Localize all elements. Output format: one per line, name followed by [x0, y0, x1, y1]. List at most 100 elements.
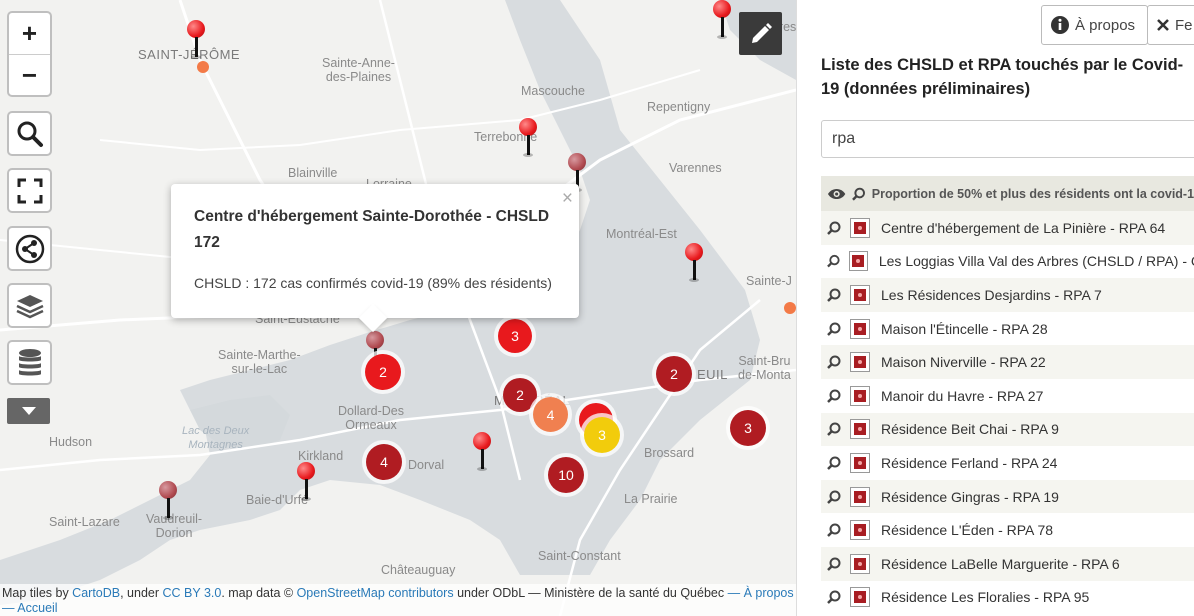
list-item[interactable]: Résidence Ferland - RPA 24	[821, 446, 1194, 480]
zoom-to-icon[interactable]	[827, 590, 841, 605]
database-icon	[18, 348, 41, 375]
place-label: Sainte-Anne- des-Plaines	[322, 56, 395, 84]
cartodb-link[interactable]: CartoDB	[72, 586, 120, 600]
map-cluster[interactable]: 3	[498, 319, 532, 353]
pin-stick	[527, 135, 530, 155]
place-label: Mascouche	[521, 84, 585, 98]
map-pin[interactable]	[297, 462, 315, 502]
map-dot[interactable]	[784, 302, 796, 314]
map-cluster[interactable]: 10	[548, 457, 584, 493]
map-popup: × Centre d'hébergement Sainte-Dorothée -…	[171, 184, 579, 333]
map-cluster[interactable]: 2	[503, 378, 537, 412]
list-item[interactable]: Manoir du Havre - RPA 27	[821, 379, 1194, 413]
place-label: Montréal-Est	[606, 227, 677, 241]
list-item-label: Résidence Les Floralies - RPA 95	[881, 589, 1090, 606]
map-cluster[interactable]: 2	[656, 356, 692, 392]
list-item[interactable]: Maison l'Étincelle - RPA 28	[821, 312, 1194, 346]
side-panel: À propos Fe Liste des CHSLD et RPA touch…	[796, 0, 1194, 616]
pin-shadow	[717, 35, 727, 39]
legend-swatch	[850, 385, 870, 406]
list-item[interactable]: Résidence Les Floralies - RPA 95	[821, 581, 1194, 615]
ccby-link[interactable]: CC BY 3.0	[163, 586, 222, 600]
facility-rows: Centre d'hébergement de La Pinière - RPA…	[821, 211, 1194, 614]
zoom-control: + −	[7, 11, 52, 97]
eye-icon[interactable]	[827, 187, 846, 201]
facility-list: Proportion de 50% et plus des résidents …	[821, 176, 1194, 614]
search-input[interactable]: rpa	[821, 120, 1194, 158]
legend-swatch	[850, 553, 870, 574]
list-item-label: Résidence Ferland - RPA 24	[881, 454, 1058, 471]
map-cluster[interactable]: 4	[533, 397, 568, 432]
list-item-label: Les Résidences Desjardins - RPA 7	[881, 286, 1102, 303]
layers-button[interactable]	[7, 283, 52, 328]
legend-swatch	[850, 318, 870, 339]
map-cluster[interactable]: 4	[366, 444, 402, 480]
list-item[interactable]: Les Loggias Villa Val des Arbres (CHSLD …	[821, 245, 1194, 279]
map-attribution: Map tiles by CartoDB, under CC BY 3.0. m…	[0, 584, 796, 616]
list-item[interactable]: Les Résidences Desjardins - RPA 7	[821, 278, 1194, 312]
caret-down-icon	[21, 407, 36, 415]
zoom-to-icon[interactable]	[827, 557, 841, 571]
place-label: Lac des Deux Montagnes	[182, 425, 250, 451]
list-item[interactable]: Maison Niverville - RPA 22	[821, 345, 1194, 379]
map-cluster[interactable]: 3	[584, 417, 620, 453]
zoom-to-icon[interactable]	[827, 254, 840, 268]
share-button[interactable]	[7, 226, 52, 271]
zoom-to-icon[interactable]	[827, 355, 841, 370]
zoom-to-icon[interactable]	[827, 456, 841, 470]
zoom-to-icon[interactable]	[827, 288, 841, 302]
attribution-text: Map tiles by	[2, 586, 73, 600]
place-label: Saint-Constant	[538, 549, 621, 563]
list-item[interactable]: Résidence Beit Chai - RPA 9	[821, 412, 1194, 447]
zoom-in-button[interactable]: +	[9, 13, 50, 54]
map-pin[interactable]	[159, 481, 177, 521]
list-item[interactable]: Résidence Gingras - RPA 19	[821, 479, 1194, 514]
close-panel-button[interactable]: Fe	[1147, 5, 1194, 45]
zoom-to-icon[interactable]	[827, 490, 841, 504]
map-pin[interactable]	[519, 118, 537, 158]
zoom-out-button[interactable]: −	[9, 54, 50, 95]
edit-button[interactable]	[739, 12, 782, 55]
pin-shadow	[301, 497, 311, 501]
zoom-to-icon[interactable]	[852, 187, 866, 201]
zoom-to-icon[interactable]	[827, 422, 841, 437]
fullscreen-button[interactable]	[7, 168, 52, 213]
list-item-label: Les Loggias Villa Val des Arbres (CHSLD …	[878, 253, 1194, 270]
pin-stick	[167, 498, 170, 518]
map-pin[interactable]	[713, 0, 731, 40]
attribution-text: . map data ©	[221, 586, 297, 600]
zoom-to-icon[interactable]	[827, 322, 841, 336]
list-item[interactable]: Résidence L'Éden - RPA 78	[821, 513, 1194, 547]
accueil-link[interactable]: — Accueil	[2, 601, 58, 615]
tools-dropdown-button[interactable]	[7, 398, 50, 424]
apropos-link[interactable]: — À propos	[728, 586, 794, 600]
map-cluster[interactable]: 3	[730, 410, 766, 446]
pin-head	[187, 20, 205, 38]
popup-close-button[interactable]: ×	[562, 188, 573, 210]
map-pin[interactable]	[187, 20, 205, 60]
map[interactable]: SAINT-JÉRÔME Sainte-Anne- des-Plaines Ma…	[0, 0, 796, 616]
zoom-to-icon[interactable]	[827, 523, 841, 538]
legend-header-label: Proportion de 50% et plus des résidents …	[871, 186, 1194, 201]
list-item[interactable]: Centre d'hébergement de La Pinière - RPA…	[821, 211, 1194, 245]
map-cluster[interactable]: 2	[365, 354, 401, 390]
close-label: Fe	[1175, 16, 1193, 34]
database-button[interactable]	[7, 340, 52, 385]
pin-head	[473, 432, 491, 450]
legend-swatch	[849, 251, 868, 272]
list-item[interactable]: Résidence LaBelle Marguerite - RPA 6	[821, 546, 1194, 581]
search-tool-button[interactable]	[7, 111, 52, 156]
about-button[interactable]: À propos	[1041, 5, 1149, 45]
list-item-label: Centre d'hébergement de La Pinière - RPA…	[881, 219, 1166, 236]
osm-link[interactable]: OpenStreetMap contributors	[297, 586, 454, 600]
zoom-to-icon[interactable]	[827, 221, 841, 235]
map-pin[interactable]	[473, 432, 491, 472]
pin-shadow	[163, 516, 173, 520]
map-dot[interactable]	[197, 61, 209, 73]
pin-stick	[721, 17, 724, 37]
place-label: Repentigny	[647, 100, 711, 114]
pin-head	[366, 331, 384, 349]
map-pin[interactable]	[685, 243, 703, 283]
list-item-label: Résidence L'Éden - RPA 78	[881, 522, 1054, 539]
zoom-to-icon[interactable]	[827, 389, 841, 403]
